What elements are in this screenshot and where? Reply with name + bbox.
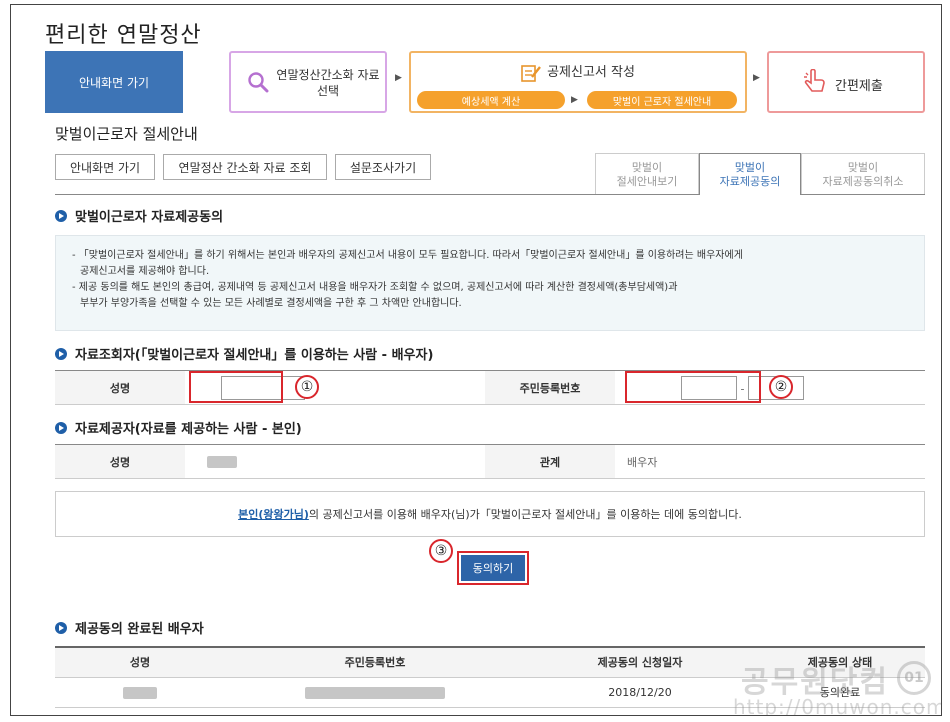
notice-line: - 제공 동의를 해도 본인의 총급여, 공제내역 등 공제신고서 내용을 배우… [72,282,678,293]
search-icon [248,72,269,93]
provider-form: 성명 관계 배우자 [55,444,925,479]
col-header: 제공동의 신청일자 [525,646,755,678]
consent-text: 의 공제신고서를 이용해 배우자(님)가「맞벌이근로자 절세안내」를 이용하는 … [308,508,742,521]
bullet-icon [55,347,67,360]
redacted-name [123,686,157,699]
col-header: 성명 [55,646,225,678]
bullet-icon [55,621,67,634]
section-title-viewer: 자료조회자(「맞벌이근로자 절세안내」를 이용하는 사람 - 배우자) [55,344,433,363]
viewer-form: 성명 주민등록번호 - [55,370,925,405]
section-title-text: 자료조회자(「맞벌이근로자 절세안내」를 이용하는 사람 - 배우자) [75,348,434,363]
tab-line: 맞벌이 [847,161,879,174]
redacted-rrn [305,686,445,699]
form-edit-icon [521,64,541,82]
app-title: 편리한 연말정산 [45,23,202,48]
step-easy-submit[interactable]: 간편제출 [767,51,925,113]
window: 편리한 연말정산 안내화면 가기 연말정산간소화 자료선택 ▶ 공제신고서 작성… [10,4,942,716]
agree-button[interactable]: 동의하기 [461,555,525,581]
section-title-provider: 자료제공자(자료를 제공하는 사람 - 본인) [55,418,302,437]
marker-1: ① [295,375,319,399]
step-label: 연말정산간소화 자료선택 [276,68,380,98]
simplified-lookup-button[interactable]: 연말정산 간소화 자료 조회 [163,154,327,180]
section-title-text: 제공동의 완료된 배우자 [75,622,204,637]
highlight-name-box [189,371,283,403]
chevron-right-icon: ▶ [571,95,578,105]
marker-2: ② [769,375,793,399]
section-title-completed: 제공동의 완료된 배우자 [55,618,204,637]
chevron-right-icon: ▶ [753,73,760,83]
step-label: 간편제출 [835,79,883,94]
tab-line: 자료제공동의취소 [822,175,904,188]
rrn-label: 주민등록번호 [485,370,615,405]
relation-label: 관계 [485,444,615,479]
marker-3: ③ [429,539,453,563]
tab-line: 자료제공동의 [719,175,781,188]
notice-line: 공제신고서를 제공해야 합니다. [80,266,210,277]
name-label: 성명 [55,444,185,479]
bullet-icon [55,209,67,222]
step-label: 공제신고서 작성 [411,61,745,82]
home-button[interactable]: 안내화면 가기 [55,154,155,180]
tab-line: 맞벌이 [631,161,663,174]
consent-statement: 본인(왕왕가님) 의 공제신고서를 이용해 배우자(님)가「맞벌이근로자 절세안내… [55,491,925,537]
tab-view-guide[interactable]: 맞벌이 절세안내보기 [595,153,699,195]
step-simplified-data[interactable]: 연말정산간소화 자료선택 [229,51,387,113]
self-link[interactable]: 본인(왕왕가님) [238,506,309,522]
highlight-rrn-box [625,371,761,403]
cell-name [55,677,225,708]
col-header: 주민등록번호 [225,646,525,678]
chevron-right-icon: ▶ [395,73,402,83]
name-label: 성명 [55,370,185,405]
pointing-hand-icon [804,69,825,92]
section-title-text: 맞벌이근로자 자료제공동의 [75,210,224,225]
cell-rrn [225,677,525,708]
substep-dual-income-guide[interactable]: 맞벌이 근로자 절세안내 [587,91,737,109]
cell-date: 2018/12/20 [525,677,755,708]
notice-box: - 「맞벌이근로자 절세안내」를 하기 위해서는 본인과 배우자의 공제신고서 … [55,235,925,331]
substep-tax-estimate[interactable]: 예상세액 계산 [417,91,565,109]
notice-line: - 「맞벌이근로자 절세안내」를 하기 위해서는 본인과 배우자의 공제신고서 … [72,250,743,261]
step-deduction-form[interactable]: 공제신고서 작성 예상세액 계산 ▶ 맞벌이 근로자 절세안내 [409,51,747,113]
redacted-name [207,456,237,468]
page-title: 맞벌이근로자 절세안내 [55,125,198,143]
relation-value: 배우자 [615,444,925,479]
tab-consent-cancel[interactable]: 맞벌이 자료제공동의취소 [801,153,925,195]
tab-line: 맞벌이 [734,161,766,174]
bullet-icon [55,421,67,434]
survey-button[interactable]: 설문조사가기 [335,154,431,180]
section-title-text: 자료제공자(자료를 제공하는 사람 - 본인) [75,422,302,437]
home-step-button[interactable]: 안내화면 가기 [45,51,183,113]
tab-line: 절세안내보기 [616,175,678,188]
watermark-badge: 01 [897,661,931,695]
step-text: 공제신고서 작성 [547,65,635,80]
section-title-consent: 맞벌이근로자 자료제공동의 [55,206,223,225]
watermark-url: http://0muwon.com [733,695,942,716]
notice-line: 부부가 부양가족을 선택할 수 있는 모든 사례별로 결정세액을 구한 후 그 … [80,298,462,309]
tab-consent[interactable]: 맞벌이 자료제공동의 [699,153,801,195]
